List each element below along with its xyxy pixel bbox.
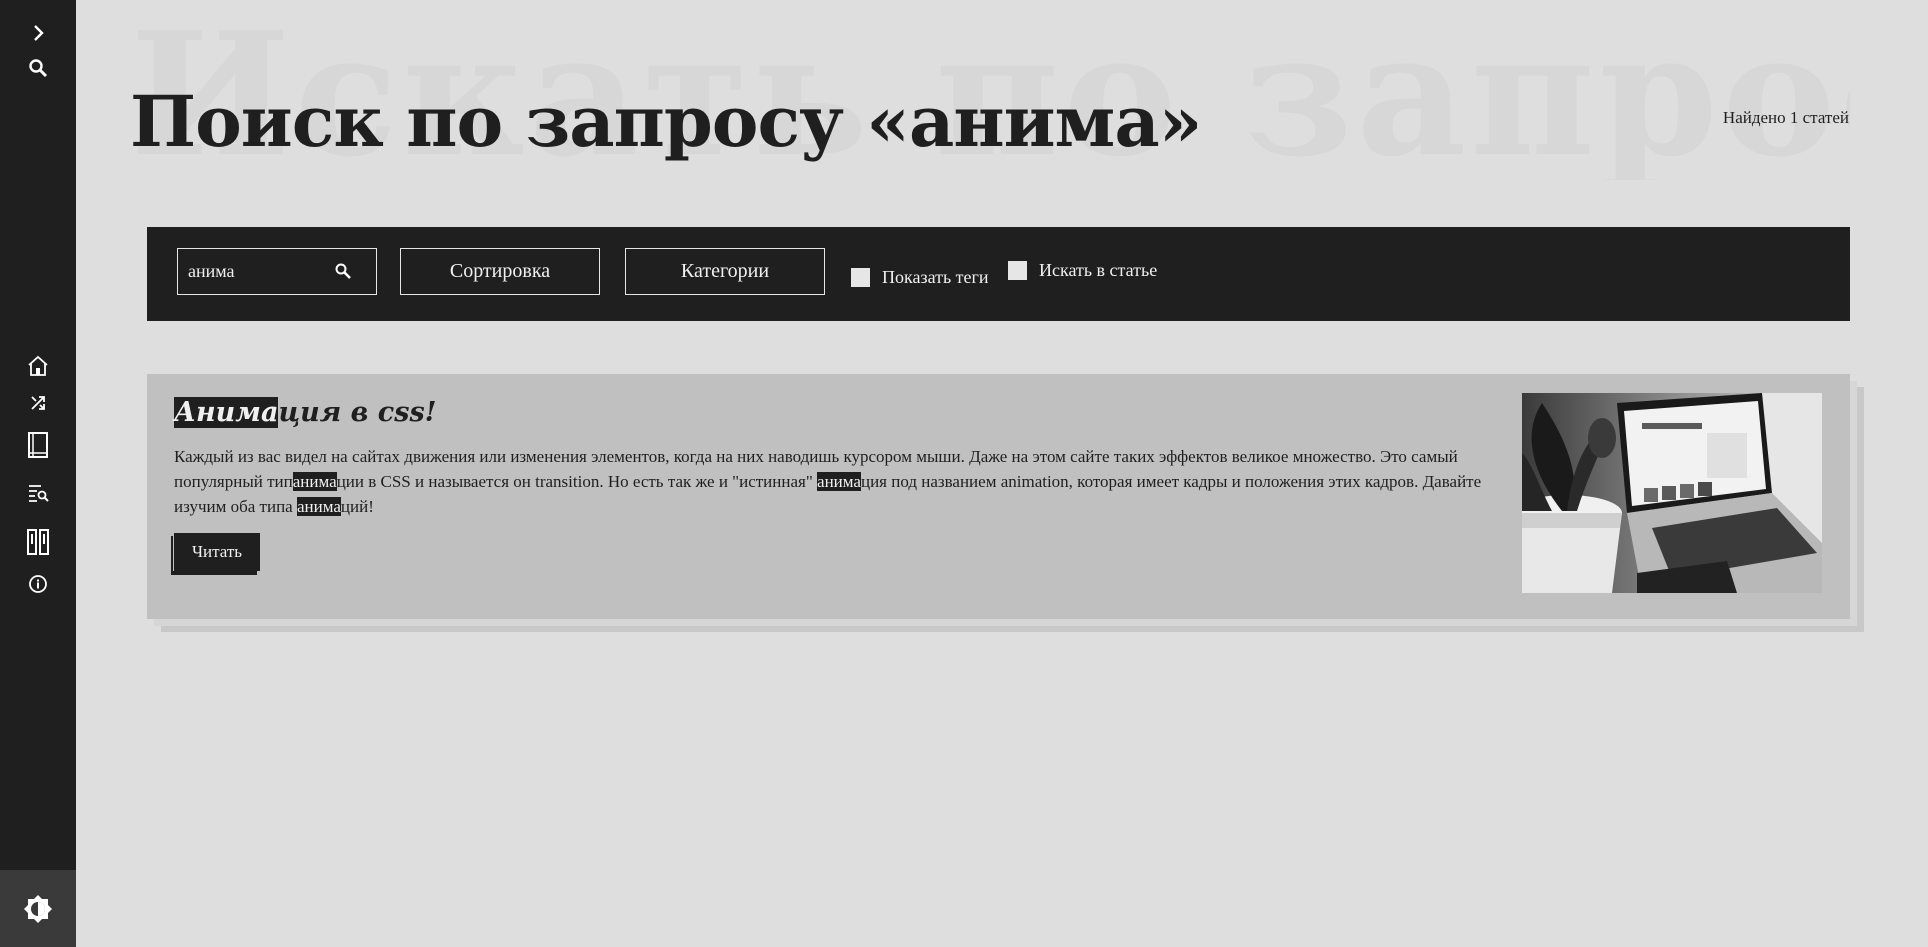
page-title: Поиск по запросу «анима»: [130, 80, 1202, 163]
title-highlight: Анима: [174, 397, 279, 428]
info-icon: [29, 575, 47, 593]
read-button[interactable]: Читать: [174, 533, 260, 571]
title-rest: ция в css!: [278, 397, 437, 428]
excerpt-highlight: анима: [296, 497, 341, 516]
excerpt-highlight: анима: [817, 472, 861, 491]
sidebar: [0, 0, 76, 947]
search-in-article-checkbox[interactable]: Искать в статье: [1008, 260, 1157, 281]
library-button[interactable]: [0, 524, 76, 560]
book-icon: [28, 432, 48, 458]
search-button[interactable]: [0, 50, 76, 86]
search-icon: [29, 59, 48, 78]
excerpt-highlight: анима: [292, 472, 337, 491]
theme-toggle-icon: [24, 894, 52, 923]
laptop-plant-photo: [1522, 393, 1822, 593]
random-article-button[interactable]: [0, 385, 76, 421]
sort-button[interactable]: Сортировка: [400, 248, 600, 295]
search-in-article-label: Искать в статье: [1039, 260, 1158, 280]
search-box: [177, 248, 377, 295]
show-tags-checkbox[interactable]: Показать теги: [851, 267, 989, 288]
article-image[interactable]: [1522, 393, 1822, 593]
found-count: Найдено 1 статей: [1722, 108, 1849, 127]
categories-button[interactable]: Категории: [625, 248, 825, 295]
theme-toggle-button[interactable]: [0, 870, 76, 947]
search-input[interactable]: [178, 261, 328, 282]
info-button[interactable]: [0, 566, 76, 602]
articles-button[interactable]: [0, 427, 76, 463]
search-submit-button[interactable]: [334, 262, 352, 284]
search-in-article-checkbox-box[interactable]: [1008, 261, 1027, 280]
home-icon: [28, 355, 48, 376]
excerpt-part: ции в CSS и называется он transition. Но…: [336, 472, 818, 491]
chevron-right-icon: [34, 25, 44, 41]
filter-bar: Сортировка Категории Показать теги Искат…: [147, 227, 1850, 321]
show-tags-label: Показать теги: [882, 267, 989, 287]
article-card: Анимация в css! Каждый из вас видел на с…: [147, 374, 1850, 619]
article-excerpt: Каждый из вас видел на сайтах движения и…: [174, 444, 1509, 519]
article-title[interactable]: Анимация в css!: [174, 394, 437, 432]
search-list-button[interactable]: [0, 475, 76, 511]
excerpt-part: ций!: [340, 497, 374, 516]
library-icon: [27, 529, 49, 555]
home-button[interactable]: [0, 348, 76, 384]
search-list-icon: [29, 485, 49, 502]
expand-sidebar-button[interactable]: [0, 15, 76, 51]
show-tags-checkbox-box[interactable]: [851, 268, 870, 287]
shuffle-icon: [31, 396, 45, 410]
search-icon: [335, 263, 351, 279]
